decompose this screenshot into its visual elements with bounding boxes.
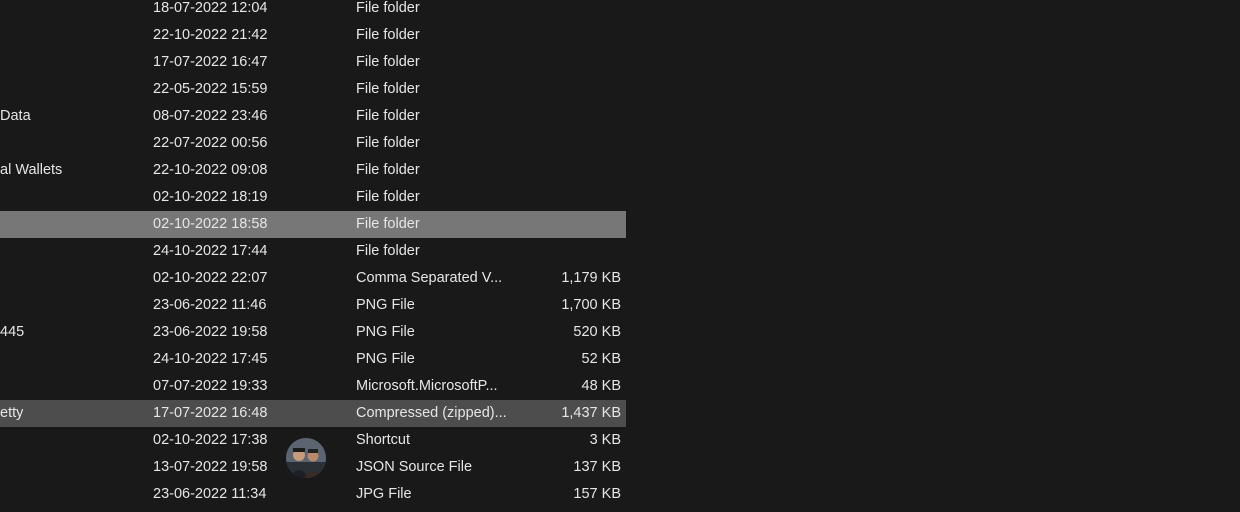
file-type: File folder xyxy=(356,243,420,259)
file-type: Compressed (zipped)... xyxy=(356,405,507,421)
file-type: Microsoft.MicrosoftP... xyxy=(356,378,498,394)
file-size: 1,700 KB xyxy=(561,297,621,313)
file-type: File folder xyxy=(356,0,420,16)
date-modified: 22-10-2022 09:08 xyxy=(153,162,268,178)
date-modified: 02-10-2022 17:38 xyxy=(153,432,268,448)
date-modified: 02-10-2022 18:19 xyxy=(153,189,268,205)
file-size: 137 KB xyxy=(573,459,621,475)
file-name: al Wallets xyxy=(0,162,63,178)
date-modified: 23-06-2022 19:58 xyxy=(153,324,268,340)
date-modified: 18-07-2022 12:04 xyxy=(153,0,268,16)
file-row[interactable]: 24-10-2022 17:45 PNG File 52 KB xyxy=(0,346,626,373)
file-row[interactable]: 445 23-06-2022 19:58 PNG File 520 KB xyxy=(0,319,626,346)
file-name: etty xyxy=(0,405,24,421)
file-size: 48 KB xyxy=(581,378,622,394)
date-modified: 02-10-2022 22:07 xyxy=(153,270,268,286)
file-row[interactable]: 18-07-2022 12:04 File folder xyxy=(0,0,626,22)
date-modified: 22-07-2022 00:56 xyxy=(153,135,268,151)
user-avatar-icon xyxy=(286,438,326,478)
date-modified: 23-06-2022 11:34 xyxy=(153,486,267,502)
file-row[interactable]: 23-06-2022 11:46 PNG File 1,700 KB xyxy=(0,292,626,319)
date-modified: 23-06-2022 11:46 xyxy=(153,297,267,313)
file-row[interactable]: 02-10-2022 18:19 File folder xyxy=(0,184,626,211)
file-type: PNG File xyxy=(356,324,415,340)
file-type: File folder xyxy=(356,81,420,97)
file-type: PNG File xyxy=(356,297,415,313)
file-type: JPG File xyxy=(356,486,412,502)
file-size: 3 KB xyxy=(589,432,621,448)
file-type: File folder xyxy=(356,27,420,43)
date-modified: 17-07-2022 16:48 xyxy=(153,405,268,421)
file-row[interactable]: 24-10-2022 17:44 File folder xyxy=(0,238,626,265)
file-size: 52 KB xyxy=(581,351,622,367)
date-modified: 22-05-2022 15:59 xyxy=(153,81,268,97)
file-type: File folder xyxy=(356,108,420,124)
file-row[interactable]: 23-06-2022 11:34 JPG File 157 KB xyxy=(0,481,626,508)
file-type: File folder xyxy=(356,216,420,232)
file-type: File folder xyxy=(356,162,420,178)
file-row[interactable]: 17-07-2022 16:47 File folder xyxy=(0,49,626,76)
file-type: File folder xyxy=(356,189,420,205)
file-type: PNG File xyxy=(356,351,415,367)
date-modified: 13-07-2022 19:58 xyxy=(153,459,268,475)
date-modified: 02-10-2022 18:58 xyxy=(153,216,268,232)
file-size: 1,179 KB xyxy=(561,270,621,286)
date-modified: 24-10-2022 17:44 xyxy=(153,243,268,259)
file-list: 18-07-2022 12:04 File folder 22-10-2022 21… xyxy=(0,0,626,508)
file-row[interactable]: 22-10-2022 21:42 File folder xyxy=(0,22,626,49)
file-row[interactable]: 22-05-2022 15:59 File folder xyxy=(0,76,626,103)
file-row[interactable]: 07-07-2022 19:33 Microsoft.MicrosoftP... 4… xyxy=(0,373,626,400)
file-size: 1,437 KB xyxy=(561,405,621,421)
avatar xyxy=(286,438,326,478)
file-row[interactable]: 02-10-2022 18:58 File folder xyxy=(0,211,626,238)
file-row[interactable]: al Wallets 22-10-2022 09:08 File folder xyxy=(0,157,626,184)
file-name: Data xyxy=(0,108,31,124)
date-modified: 07-07-2022 19:33 xyxy=(153,378,268,394)
date-modified: 22-10-2022 21:42 xyxy=(153,27,268,43)
file-type: JSON Source File xyxy=(356,459,473,475)
file-type: Shortcut xyxy=(356,432,410,448)
file-row[interactable]: 22-07-2022 00:56 File folder xyxy=(0,130,626,157)
file-name: 445 xyxy=(0,324,25,340)
file-size: 520 KB xyxy=(573,324,621,340)
date-modified: 17-07-2022 16:47 xyxy=(153,54,268,70)
file-row[interactable]: etty 17-07-2022 16:48 Compressed (zipped).… xyxy=(0,400,626,427)
file-type: File folder xyxy=(356,135,420,151)
date-modified: 24-10-2022 17:45 xyxy=(153,351,268,367)
date-modified: 08-07-2022 23:46 xyxy=(153,108,268,124)
file-size: 157 KB xyxy=(573,486,621,502)
file-row[interactable]: Data 08-07-2022 23:46 File folder xyxy=(0,103,626,130)
file-row[interactable]: 02-10-2022 22:07 Comma Separated V... 1,17… xyxy=(0,265,626,292)
file-type: Comma Separated V... xyxy=(356,270,503,286)
file-type: File folder xyxy=(356,54,420,70)
